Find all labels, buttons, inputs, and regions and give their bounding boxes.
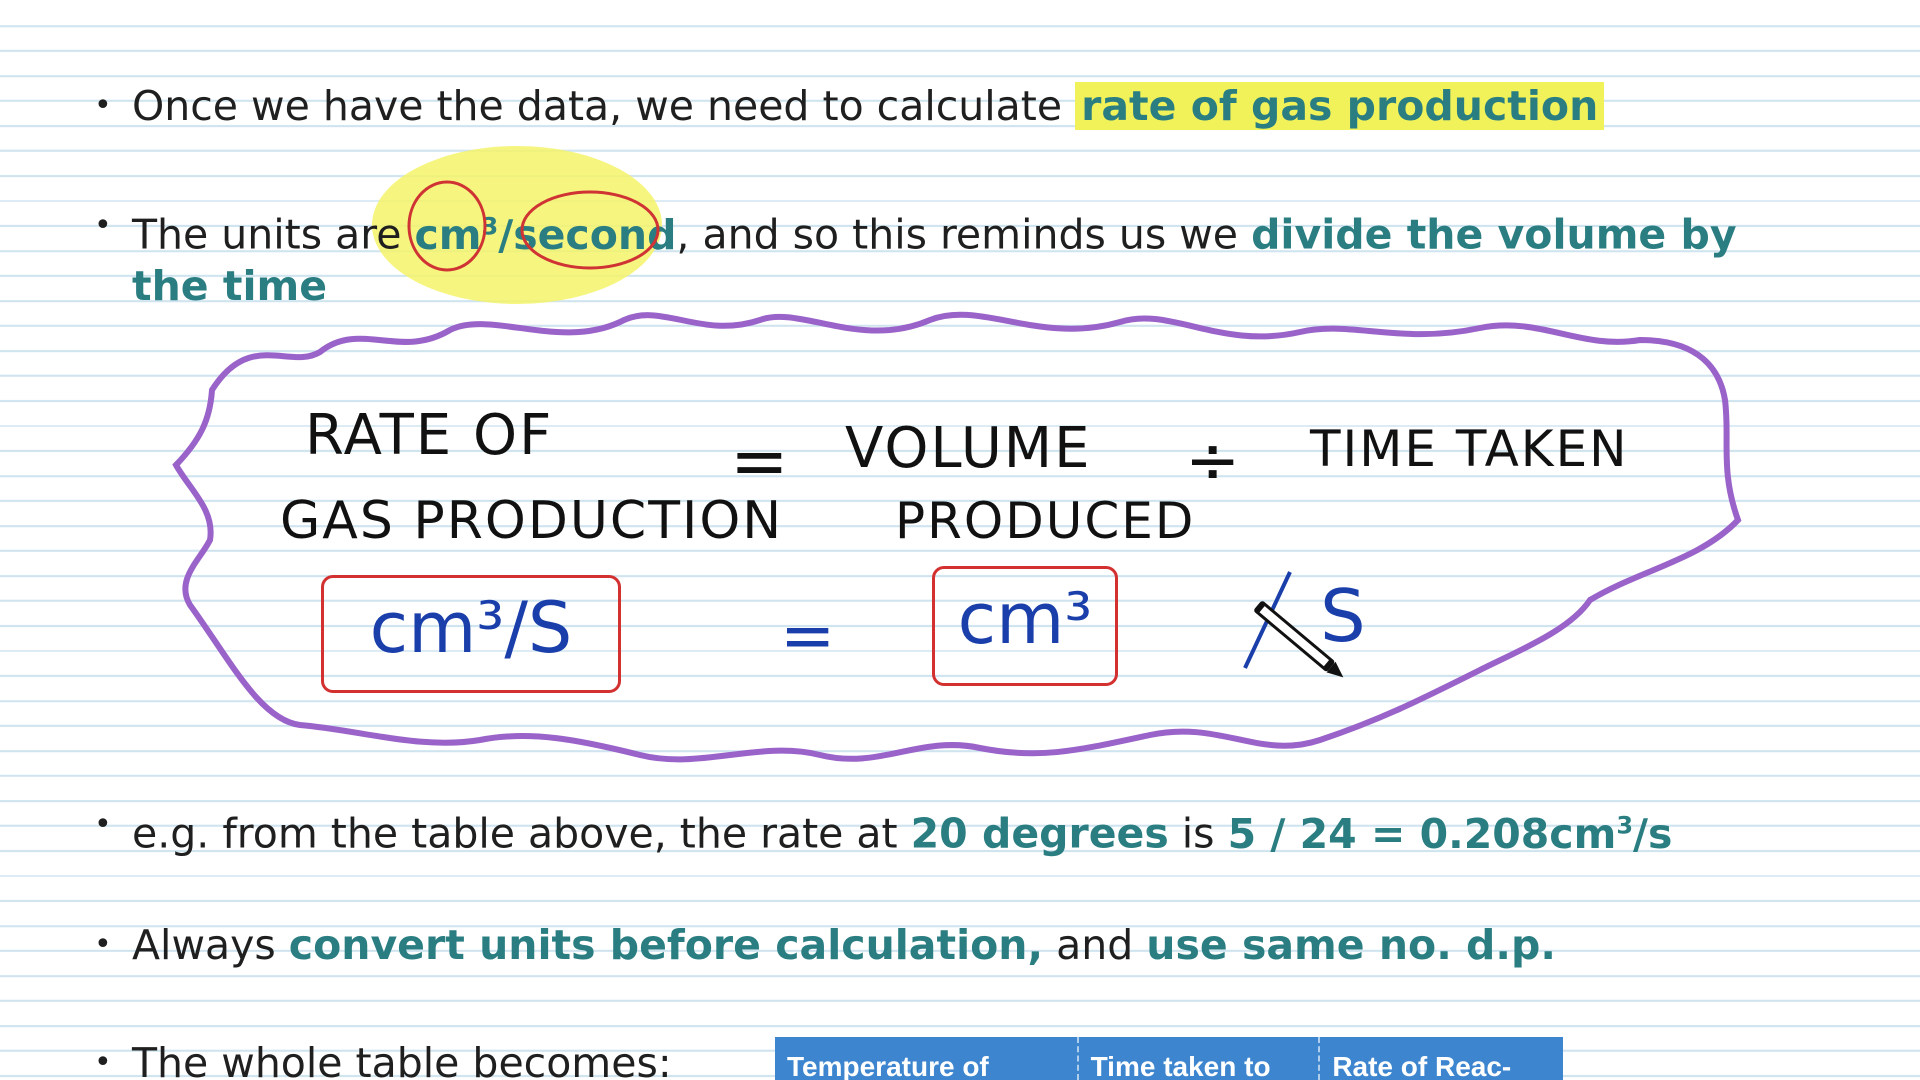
bullet-dot: • (94, 807, 112, 842)
eq-rate-line2: GAS PRODUCTION (280, 491, 784, 551)
results-table-header: Temperature of Time taken to Rate of Rea… (775, 1037, 1563, 1080)
bullet-3-hl3: /s (1633, 809, 1673, 858)
eq-volume-line2: PRODUCED (895, 492, 1196, 550)
eq-divide: ÷ (1185, 422, 1243, 499)
eq-equals: = (730, 420, 791, 502)
bullet-4-hl1: convert units before calculation, (288, 921, 1044, 969)
eq-rate-line1: RATE OF (305, 403, 554, 468)
table-header-rate: Rate of Reac- (1332, 1051, 1512, 1080)
bullet-3-hl1: 20 degrees (910, 809, 1169, 858)
red-circle-second (520, 190, 660, 270)
unit-seconds: S (1320, 574, 1368, 658)
eq-time-taken: TIME TAKEN (1310, 420, 1629, 478)
bullet-dot: • (94, 1045, 112, 1080)
bullet-5-text: The whole table becomes: (132, 1039, 672, 1080)
red-circle-cm (407, 180, 487, 272)
bullet-3-mid: is (1181, 809, 1215, 858)
bullet-3-sup: 3 (1616, 811, 1634, 839)
eq-volume-line1: VOLUME (845, 416, 1092, 481)
bullet-4-hl2: use same no. d.p. (1146, 921, 1556, 969)
bullet-3-result: 5 / 24 = 0.208cm3/s (1228, 810, 1673, 858)
unit-box-volume: cm³ (932, 566, 1118, 686)
bullet-3-text: e.g. from the table above, the rate at 2… (132, 795, 1672, 864)
unit-equals: = (780, 597, 838, 674)
unit-box-rate: cm³/S (321, 575, 621, 693)
table-header-time: Time taken to (1079, 1037, 1321, 1080)
bullet-4-text: Always convert units before calculation,… (132, 915, 1556, 975)
bullet-3-hl2: 5 / 24 = 0.208cm (1227, 809, 1617, 858)
bullet-dot: • (94, 927, 112, 962)
bullet-4-mid: and (1056, 921, 1134, 969)
bullet-4-prefix: Always (132, 921, 276, 969)
table-header-temperature: Temperature of (775, 1037, 1079, 1080)
bullet-3-prefix: e.g. from the table above, the rate at (132, 809, 898, 858)
